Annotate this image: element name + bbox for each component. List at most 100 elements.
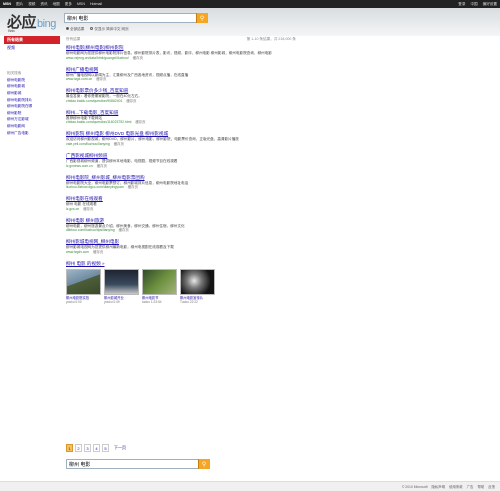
topbar-region[interactable]: 中国 <box>470 2 477 7</box>
bottom-search-input[interactable] <box>67 460 199 468</box>
result-url: www.xzjeng.cn/data/html/guangxi/liuzhou/… <box>66 55 143 60</box>
cache-link[interactable]: 缓存页 <box>114 142 124 146</box>
page-1[interactable]: 1 <box>66 444 73 452</box>
topbar-login[interactable]: 登录 <box>458 2 465 7</box>
radio-icon <box>66 27 69 30</box>
msn-logo[interactable]: MSN <box>3 2 11 6</box>
video-meta: tudou 1:23:54 <box>142 299 162 304</box>
results-pane: 所有结果 第 1-10 条结果，共 218,000 条 柳州电影|柳州电影|柳州… <box>66 36 296 304</box>
video-results-heading[interactable]: 柳州 电影 的视频 » <box>66 261 296 267</box>
result-url: lc.gxnews.com.cn 缓存页 <box>66 163 107 168</box>
page-2[interactable]: 2 <box>75 444 82 452</box>
page-5[interactable]: 5 <box>102 444 109 452</box>
video-item[interactable]: 柳州影城开业 youku 0:49 <box>104 268 139 304</box>
related-link[interactable]: 柳州广告电影 <box>4 130 60 137</box>
related-link[interactable]: 柳州影城 <box>4 90 60 97</box>
search-filters: 全部结果 仅显示 简体中文 网页 <box>66 27 129 32</box>
bottom-search-box: ⚲ <box>66 459 210 469</box>
cache-link[interactable]: 缓存页 <box>96 77 106 81</box>
result-url: lz.gcs.cn 缓存页 <box>66 206 94 211</box>
radio-icon <box>90 27 94 30</box>
video-thumbnail[interactable] <box>66 268 101 295</box>
video-item[interactable]: 柳州电影节 tudou 1:23:54 <box>142 268 177 304</box>
result-url: www.lzgd.com.cn 缓存页 <box>66 77 107 82</box>
next-page-link[interactable]: 下一页 <box>114 445 126 451</box>
related-link[interactable]: 柳州电影城 <box>4 84 60 91</box>
related-link[interactable]: 柳州电影网 <box>4 123 60 130</box>
logo-en: bing <box>37 18 56 30</box>
footer-feedback[interactable]: 反馈 <box>488 484 495 489</box>
pagination: 1 2 3 4 5 下一页 <box>66 444 126 452</box>
filter-chinese[interactable]: 仅显示 简体中文 网页 <box>90 27 129 32</box>
result-url: dlibtour.com/liuzhou/tips/lianying 缓存页 <box>66 228 129 233</box>
video-thumbnail[interactable] <box>142 268 177 295</box>
search-result: 广西影视城柳州频道 广西影视城柳州频道，提供柳州本地电影，电视剧，视频节目在线观… <box>66 153 296 168</box>
video-thumbnail[interactable] <box>180 268 215 295</box>
bing-logo[interactable]: 必应bing Beta <box>7 11 56 33</box>
search-result: 柳州电影在线观看 柳州 电影 在线观看 lz.gcs.cn 缓存页 <box>66 196 296 211</box>
related-link[interactable]: 柳州万达影城 <box>4 117 60 124</box>
sidebar-item-all[interactable]: 所有结果 <box>4 36 60 44</box>
sidebar-item-video[interactable]: 视频 <box>4 44 60 52</box>
search-result: 柳州影院 柳州电影 柳州DVD 电影光盘 柳州影视城 欢迎访问柳州影视城，柳州D… <box>66 131 296 146</box>
topbar-preferences[interactable]: 偏好设置 <box>483 2 497 7</box>
topbar-link-msn[interactable]: MSN <box>77 2 85 6</box>
video-strip: 柳州电影院实拍 youku 0:00 柳州影城开业 youku 0:49 柳州电… <box>66 268 296 304</box>
top-bar: MSN 图片 视频 资讯 地图 更多 MSN Hotmail 登录 中国 偏好设… <box>0 0 500 8</box>
search-box: ⚲ <box>64 13 208 23</box>
related-link[interactable]: 柳州电影院 <box>4 77 60 84</box>
search-result: 柳州广播电视网 柳州广播电视网以新闻为主，汇集柳州及广西各地资讯，视频点播，在线… <box>66 67 296 82</box>
footer: © 2010 Microsoft 隐私声明 使用条款 广告 帮助 反馈 <box>0 481 500 491</box>
topbar-link-news[interactable]: 资讯 <box>40 2 47 7</box>
page-3[interactable]: 3 <box>84 444 91 452</box>
video-meta: youku 0:49 <box>104 299 120 304</box>
video-meta: youku 0:00 <box>66 299 82 304</box>
footer-copyright: © 2010 Microsoft <box>401 484 428 489</box>
cache-link[interactable]: 缓存页 <box>83 207 93 211</box>
footer-terms[interactable]: 使用条款 <box>449 484 463 489</box>
results-header: 所有结果 第 1-10 条结果，共 218,000 条 <box>66 36 296 45</box>
video-item[interactable]: 柳州电影宣传片 Tudou 22:22 <box>180 268 215 304</box>
sidebar-related-heading: 相关搜索 <box>7 71 22 75</box>
video-item[interactable]: 柳州电影院实拍 youku 0:00 <box>66 268 101 304</box>
footer-ads[interactable]: 广告 <box>467 484 474 489</box>
search-result: 柳州影城电视网_柳州电影 柳州影城电视网为您提供柳州最新电影，柳州电视剧在线观看… <box>66 239 296 254</box>
result-url: zhidao.baidu.com/question/116023752.html… <box>66 120 146 125</box>
result-url: www.lzgdv.com 缓存页 <box>66 249 104 254</box>
topbar-link-images[interactable]: 图片 <box>16 2 23 7</box>
cache-link[interactable]: 缓存页 <box>128 185 138 189</box>
cache-link[interactable]: 缓存页 <box>97 164 107 168</box>
topbar-link-maps[interactable]: 地图 <box>53 2 60 7</box>
search-result: 柳州...下载电影_百度知道 推荐柳州电影下载网站 zhidao.baidu.c… <box>66 110 296 125</box>
result-url: liuzhou.8show.dgcc.com/dianyingyuan 缓存页 <box>66 185 138 190</box>
cache-link[interactable]: 缓存页 <box>133 56 143 60</box>
topbar-link-videos[interactable]: 视频 <box>28 2 35 7</box>
sidebar: 所有结果 视频 相关搜索 柳州电影院 柳州电影城 柳州影城 柳州电影院排片 柳州… <box>4 36 60 136</box>
results-count: 第 1-10 条结果，共 218,000 条 <box>246 37 296 41</box>
footer-help[interactable]: 帮助 <box>477 484 484 489</box>
bottom-search-button[interactable]: ⚲ <box>198 459 209 469</box>
results-scope: 所有结果 <box>66 37 81 41</box>
result-url: zhidao.baidu.com/question/90862401 缓存页 <box>66 98 137 103</box>
search-icon: ⚲ <box>199 15 205 22</box>
topbar-link-more[interactable]: 更多 <box>65 2 72 7</box>
video-thumbnail[interactable] <box>104 268 139 295</box>
search-result: 柳州电影 柳州旅游 柳州电影，柳州旅游景点介绍，柳州美食，柳州交通，柳州住宿，柳… <box>66 218 296 233</box>
topbar-link-hotmail[interactable]: Hotmail <box>90 2 102 6</box>
cache-link[interactable]: 缓存页 <box>135 120 145 124</box>
cache-link[interactable]: 缓存页 <box>93 250 103 254</box>
search-result: 柳州电影|柳州电影|柳州影院 柳州电影网为您提供柳州电影院排片信息，柳州影院排片… <box>66 45 296 60</box>
search-input[interactable] <box>65 14 197 22</box>
search-icon: ⚲ <box>201 461 207 468</box>
search-button[interactable]: ⚲ <box>196 13 207 23</box>
result-url: vale.yell.com/liuzhou/lianying 缓存页 <box>66 141 124 146</box>
cache-link[interactable]: 缓存页 <box>126 99 136 103</box>
footer-privacy[interactable]: 隐私声明 <box>432 484 446 489</box>
related-link[interactable]: 柳州电影院排片 <box>4 97 60 104</box>
cache-link[interactable]: 缓存页 <box>119 228 129 232</box>
page-4[interactable]: 4 <box>93 444 100 452</box>
logo-sub: Beta <box>8 28 15 33</box>
related-link[interactable]: 柳州电影院在哪 <box>4 103 60 110</box>
filter-all[interactable]: 全部结果 <box>66 27 84 32</box>
related-link[interactable]: 柳州影院 <box>4 110 60 117</box>
